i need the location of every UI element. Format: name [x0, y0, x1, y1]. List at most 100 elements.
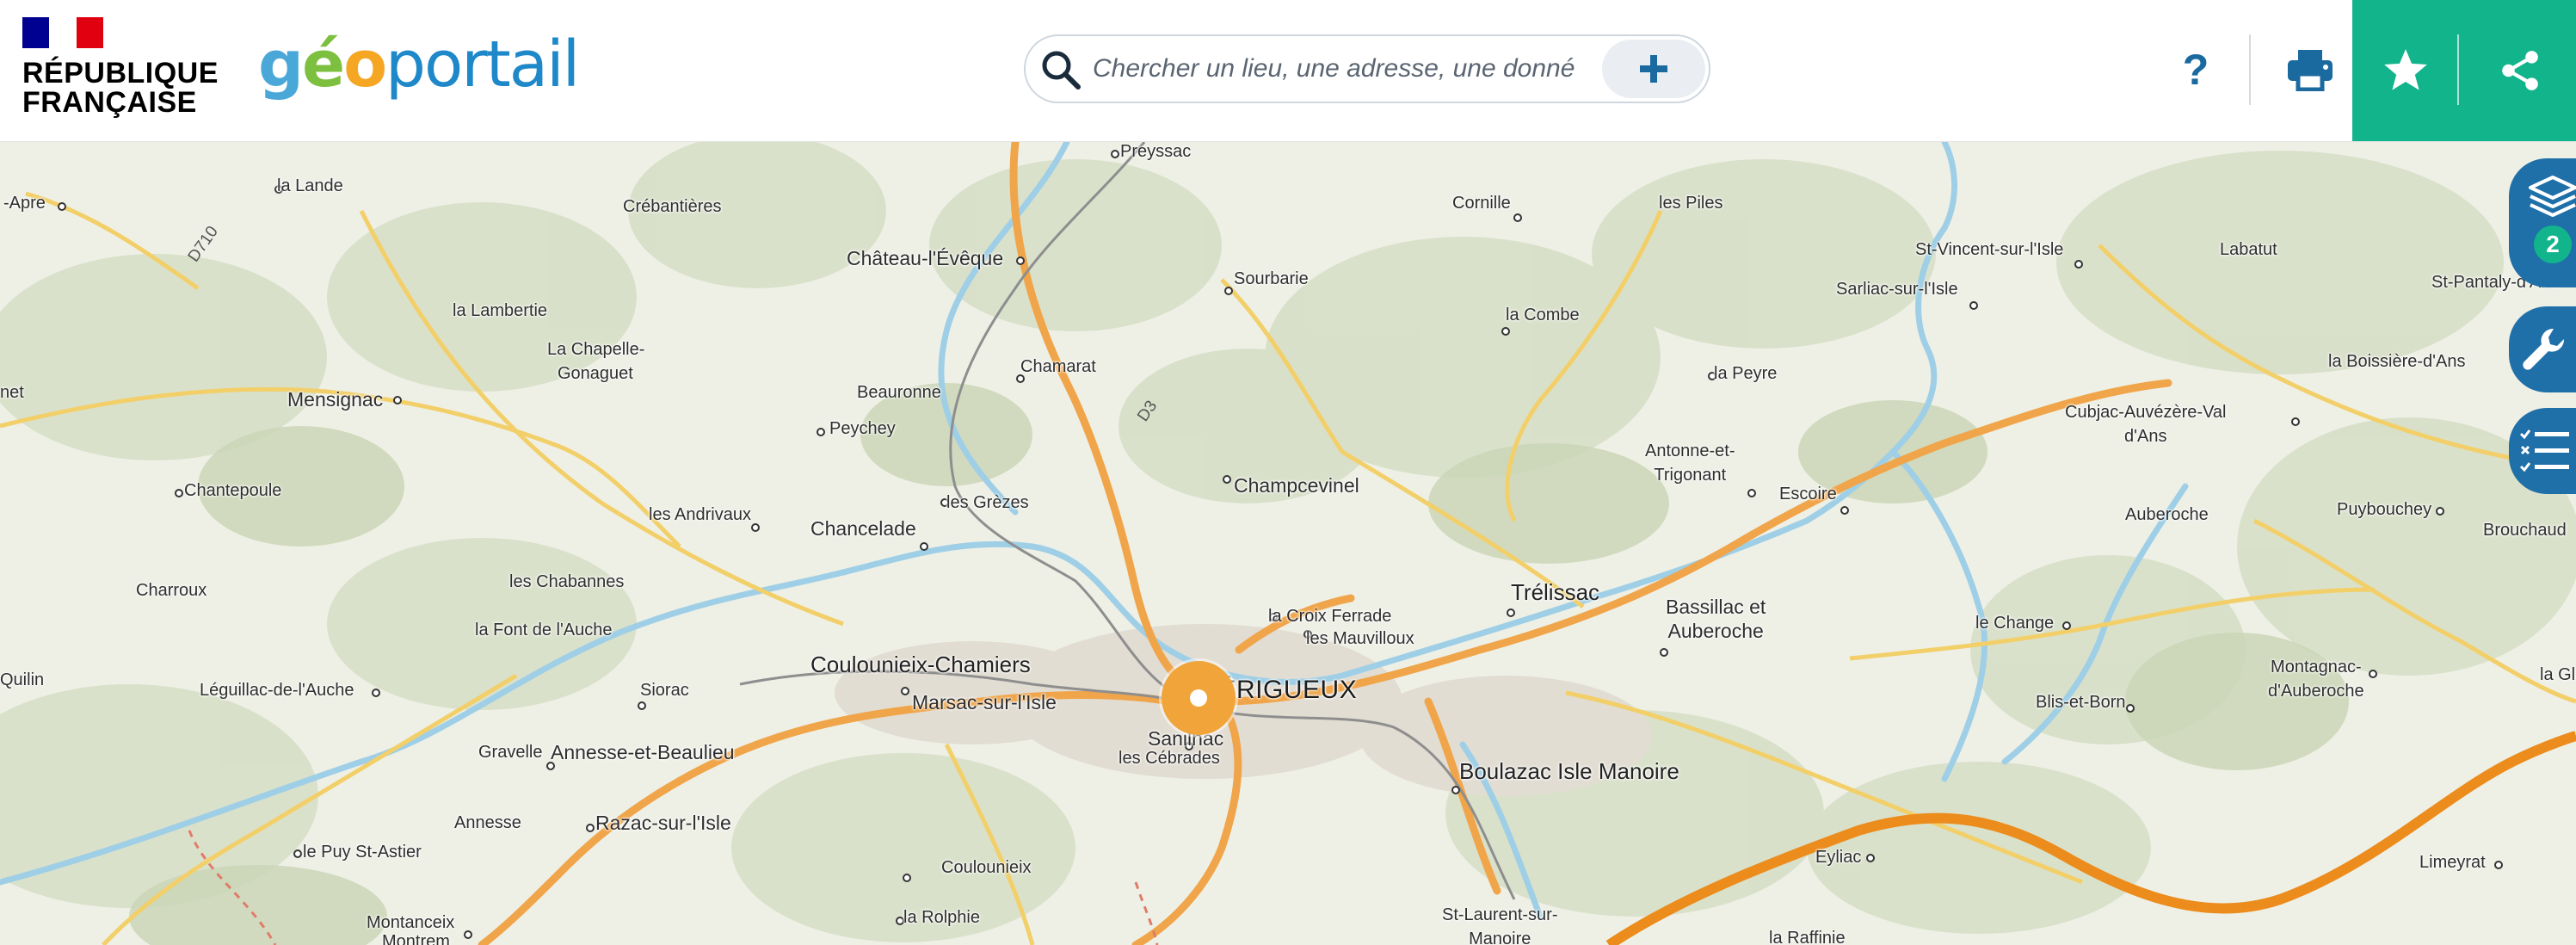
star-icon [2384, 49, 2427, 90]
action-panel [2352, 0, 2576, 141]
map-label: Trélissac [1511, 579, 1600, 605]
map-label: Chamarat [1020, 357, 1096, 376]
map-label: Eyliac [1815, 848, 1862, 867]
layers-count-badge: 2 [2534, 225, 2572, 263]
map-label: la Raffinie [1769, 929, 1846, 945]
map-label: la Boissière-d'Ans [2328, 352, 2466, 371]
map-label: Marsac-sur-l'Isle [912, 691, 1057, 713]
map-label-line: Manoire [1469, 930, 1531, 945]
search-bar[interactable] [1024, 34, 1710, 103]
map-label-line: Cubjac-Auvézère-Val [2065, 403, 2227, 422]
map-label: la Gla [2540, 665, 2576, 684]
map-label: la Rolphie [903, 908, 980, 927]
logo-e: é [301, 28, 345, 102]
map-label: Limeyrat [2419, 853, 2486, 872]
map-label: la Font de l'Auche [475, 621, 613, 639]
map-label: Charroux [136, 581, 207, 600]
map-label: Sourbarie [1234, 269, 1309, 288]
map-label: Crébantières [623, 197, 722, 216]
legend-button[interactable] [2509, 408, 2576, 494]
marianne-flag-icon [22, 17, 103, 48]
search-add-button[interactable] [1602, 40, 1705, 98]
map-label: Bassillac et Auberoche [1666, 595, 1766, 643]
divider [2457, 34, 2459, 105]
map-label: Annesse [454, 813, 521, 832]
republique-line: RÉPUBLIQUE [22, 57, 219, 90]
map-label: Coulounieix [941, 858, 1032, 877]
map-label: Gravelle [478, 743, 543, 762]
plus-icon [1640, 55, 1667, 83]
map-label: la Combe [1506, 306, 1580, 324]
map-label: la Croix Ferrade [1268, 607, 1392, 626]
map-label: Mensignac [287, 388, 384, 411]
map-label: Chantepoule [184, 481, 282, 500]
map-label: Sarliac-sur-l'Isle [1836, 280, 1958, 299]
printer-icon [2288, 50, 2333, 91]
map-label: la Peyre [1714, 364, 1778, 383]
print-button[interactable] [2271, 34, 2349, 105]
geoportail-logo[interactable]: géoportail [258, 26, 580, 103]
map-canvas[interactable]: -Apre la Lande Crébantières Preyssac Cor… [0, 142, 2576, 945]
republique-francaise-logo[interactable]: RÉPUBLIQUE FRANÇAISE [22, 17, 220, 120]
map-label: les Piles [1659, 194, 1723, 213]
top-header: RÉPUBLIQUE FRANÇAISE géoportail ? [0, 0, 2576, 142]
map-label: Razac-sur-l'Isle [595, 812, 731, 834]
wrench-icon [2523, 328, 2565, 370]
map-label: la Lande [277, 176, 343, 195]
map-label-line: Montagnac- [2271, 658, 2362, 676]
map-label: les Andrivaux [649, 505, 751, 524]
map-label: Montanceix [367, 913, 455, 932]
map-label: Cornille [1452, 194, 1511, 213]
map-label: Brouchaud [2483, 521, 2567, 540]
location-marker-icon[interactable] [1162, 661, 1236, 735]
map-label: Puybouchey [2337, 500, 2432, 519]
map-label: St-Laurent-sur- Manoire [1442, 903, 1558, 945]
map-label-line: Auberoche [1667, 620, 1764, 642]
map-label: les Cébrades [1119, 749, 1220, 768]
map-label: les Mauvilloux [1306, 629, 1414, 648]
francaise-line: FRANÇAISE [22, 86, 197, 119]
map-label: Gonaguet [558, 364, 633, 383]
map-label: -Apre [3, 194, 46, 213]
logo-o: o [343, 28, 387, 102]
help-button[interactable]: ? [2168, 31, 2223, 108]
map-label-line: Bassillac et [1666, 596, 1766, 618]
map-label: La Chapelle- [547, 340, 645, 359]
map-label-line: d'Ans [2124, 427, 2167, 446]
map-label-line: St-Laurent-sur- [1442, 905, 1558, 924]
republique-francaise-text: RÉPUBLIQUE FRANÇAISE [22, 59, 219, 117]
map-label: le Change [1975, 614, 2055, 633]
divider [2249, 34, 2251, 105]
map-label: Montagnac-d'Auberoche [2268, 655, 2364, 703]
favorites-button[interactable] [2352, 0, 2459, 141]
map-label: Boulazac Isle Manoire [1459, 758, 1679, 784]
tools-button[interactable] [2509, 306, 2576, 392]
map-label: Auberoche [2125, 505, 2209, 524]
map-label-line: Trigonant [1654, 466, 1727, 485]
map-label: Peychey [829, 419, 896, 438]
search-icon[interactable] [1039, 48, 1082, 91]
map-label: le Puy St-Astier [303, 843, 422, 862]
map-label: net [0, 383, 24, 402]
logo-g: g [258, 28, 304, 102]
map-label: Escoire [1779, 485, 1837, 503]
map-label: Chancelade [810, 517, 916, 540]
map-label: Château-l'Évêque [847, 247, 1004, 269]
search-input[interactable] [1093, 36, 1575, 102]
map-label: Antonne-et- Trigonant [1645, 439, 1735, 487]
layers-icon [2529, 176, 2576, 217]
map-label: Beauronne [857, 383, 941, 402]
map-label: Coulounieix-Chamiers [810, 652, 1031, 677]
map-label: Siorac [640, 681, 689, 700]
map-label: Cubjac-Auvézère-Val d'Ans [2065, 400, 2227, 448]
map-label: Annesse-et-Beaulieu [551, 741, 735, 763]
share-button[interactable] [2464, 0, 2576, 141]
map-label: les Grèzes [946, 493, 1029, 512]
layers-button[interactable]: 2 [2509, 158, 2576, 287]
map-label-line: d'Auberoche [2268, 682, 2364, 701]
place-markers [58, 150, 2503, 939]
map-label: Léguillac-de-l'Auche [200, 681, 354, 700]
map-label: Blis-et-Born [2036, 693, 2126, 712]
map-label: Preyssac [1120, 142, 1192, 161]
map-label: les Chabannes [509, 572, 625, 591]
